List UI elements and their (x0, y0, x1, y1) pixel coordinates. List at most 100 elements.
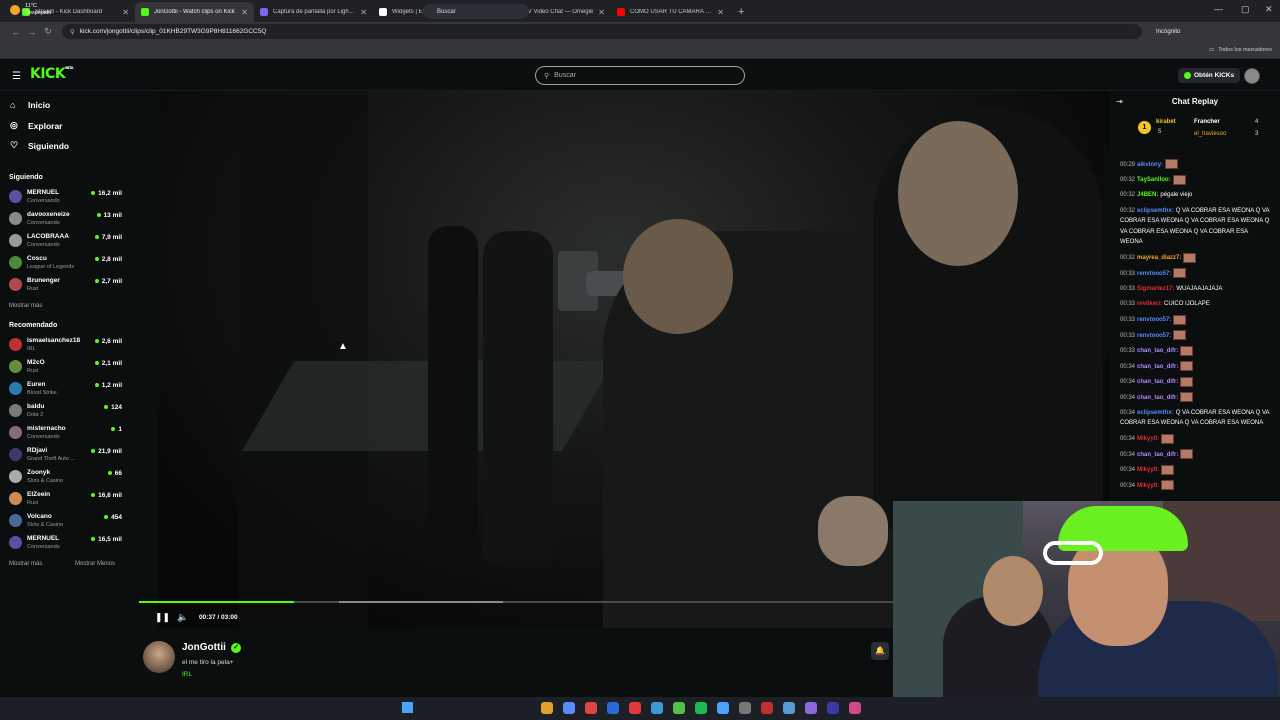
channel-row[interactable]: ElZeein Rust 16,6 mil (9, 489, 122, 509)
channel-avatar[interactable] (143, 641, 175, 673)
back-icon[interactable]: ← (8, 27, 24, 37)
close-tab-icon[interactable]: ✕ (360, 8, 367, 17)
chat-username[interactable]: renvtooo57: (1137, 317, 1171, 323)
channel-row[interactable]: Volcano Slots & Casino 454 (9, 511, 122, 531)
channel-row[interactable]: baldu Dota 2 124 (9, 401, 122, 421)
taskbar-app-icon[interactable] (673, 702, 685, 714)
channel-row-name: Euren (27, 381, 46, 388)
chat-username[interactable]: chan_tao_difr: (1137, 395, 1178, 401)
taskbar-app-icon[interactable] (827, 702, 839, 714)
nav-item[interactable]: ◎ Explorar (10, 120, 63, 131)
chat-message: 00:34 chan_tao_difr: (1120, 449, 1272, 460)
minimize-icon[interactable]: — (1214, 4, 1223, 14)
channel-row-name: M2cO (27, 359, 45, 366)
chat-username[interactable]: eclipsemthx: (1137, 208, 1174, 214)
chat-emote (1180, 376, 1194, 387)
channel-row[interactable]: misternacho Conversando 1 (9, 423, 122, 443)
taskbar-app-icon[interactable] (849, 702, 861, 714)
pause-icon[interactable]: ❚❚ (155, 612, 170, 623)
taskbar-app-icon[interactable] (761, 702, 773, 714)
weather-temp: 11°C (25, 3, 37, 9)
notification-bell-button[interactable]: 🔔 (871, 642, 889, 660)
taskbar-app-icon[interactable] (541, 702, 553, 714)
taskbar-app-icon[interactable] (739, 702, 751, 714)
volume-icon[interactable]: 🔈 (177, 612, 191, 623)
gifter-first-count: 5 (1158, 129, 1162, 135)
get-kicks-button[interactable]: Obtén KICKs (1178, 68, 1241, 83)
taskbar-app-icon[interactable] (607, 702, 619, 714)
chat-username[interactable]: TaySanlloo: (1137, 177, 1171, 183)
taskbar-app-icon[interactable] (651, 702, 663, 714)
chat-username[interactable]: Mikyy0: (1137, 467, 1159, 473)
channel-row[interactable]: MERNUEL Conversando 16,5 mil (9, 533, 122, 553)
close-tab-icon[interactable]: ✕ (717, 8, 724, 17)
kick-logo[interactable]: KICKBETA (30, 66, 74, 82)
browser-tab[interactable]: COMO USAR TU CAMARA DE ✕ (611, 2, 730, 22)
user-avatar[interactable] (1244, 68, 1260, 84)
taskbar-app-icon[interactable] (783, 702, 795, 714)
channel-row[interactable]: davooxeneize Conversando 13 mil (9, 209, 122, 229)
site-info-icon[interactable]: ⚲ (70, 28, 75, 36)
nav-item[interactable]: ♡ Siguiendo (10, 140, 69, 151)
browser-tab[interactable]: Captura de pantalla por Lightshot ✕ (254, 2, 373, 22)
close-tab-icon[interactable]: ✕ (598, 8, 605, 17)
browser-tab[interactable]: JonGottii - Watch clips on Kick ✕ (135, 2, 254, 22)
channel-row[interactable]: RDjavi Grand Theft Auto ... 21,9 mil (9, 445, 122, 465)
chat-username[interactable]: mayrea_diazz7: (1137, 255, 1181, 261)
search-input[interactable]: ⚲ Buscar (535, 66, 745, 85)
close-tab-icon[interactable]: ✕ (122, 8, 129, 17)
chat-username[interactable]: aikvinny: (1137, 162, 1163, 168)
progress-bar[interactable] (139, 601, 893, 603)
chat-username[interactable]: Mikyy0: (1137, 436, 1159, 442)
close-tab-icon[interactable]: ✕ (241, 8, 248, 17)
close-window-icon[interactable]: ✕ (1265, 4, 1273, 15)
taskbar-app-icon[interactable] (585, 702, 597, 714)
maximize-icon[interactable]: ▢ (1241, 4, 1250, 15)
channel-row[interactable]: Brunenger Rust 2,7 mil (9, 275, 122, 295)
show-more-recommended[interactable]: Mostrar más (9, 561, 42, 567)
channel-row[interactable]: Zoonyk Slots & Casino 66 (9, 467, 122, 487)
show-less-recommended[interactable]: Mostrar Menos (75, 561, 115, 567)
url-bar[interactable]: ⚲ kick.com/jongottii/clips/clip_01KHB29T… (62, 24, 1142, 39)
menu-icon[interactable]: ☰ (12, 71, 21, 82)
channel-name[interactable]: JonGottii (182, 642, 226, 653)
taskbar-search[interactable]: Buscar (423, 4, 529, 19)
channel-row[interactable]: ismaelsanchez18 IRL 2,6 mil (9, 335, 122, 355)
chat-emote (1173, 314, 1187, 325)
taskbar-app-icon[interactable] (563, 702, 575, 714)
chat-username[interactable]: J4BEN: (1137, 192, 1158, 198)
chat-timestamp: 00:34 (1120, 379, 1136, 386)
channel-row[interactable]: Coscu League of Legends 2,8 mil (9, 253, 122, 273)
forward-icon[interactable]: → (24, 27, 40, 37)
chat-username[interactable]: chan_tao_difr: (1137, 348, 1178, 354)
channel-row[interactable]: M2cO Rust 2,1 mil (9, 357, 122, 377)
chat-username[interactable]: Mikyy0: (1137, 483, 1159, 489)
taskbar-app-icon[interactable] (717, 702, 729, 714)
start-menu-icon[interactable] (402, 702, 413, 713)
reload-icon[interactable]: ↻ (40, 26, 56, 37)
channel-row[interactable]: Euren Blood Strike 1,2 mil (9, 379, 122, 399)
clip-category[interactable]: IRL (182, 671, 192, 678)
new-tab-button[interactable]: + (730, 2, 752, 22)
chat-username[interactable]: Sigmartez17: (1137, 286, 1174, 292)
taskbar-app-icon[interactable] (805, 702, 817, 714)
chat-username[interactable]: renvtooo57: (1137, 271, 1171, 277)
chat-username[interactable]: chan_tao_difr: (1137, 379, 1178, 385)
chat-username[interactable]: renvtooo57: (1137, 333, 1171, 339)
show-more-following[interactable]: Mostrar más (9, 303, 42, 309)
chat-username[interactable]: revilkeri: (1137, 301, 1162, 307)
nav-item[interactable]: ⌂ Inicio (10, 100, 50, 110)
channel-row-category: Slots & Casino (27, 522, 64, 528)
taskbar-app-icon[interactable] (629, 702, 641, 714)
channel-row[interactable]: LACOBRAAA Conversando 7,9 mil (9, 231, 122, 251)
chat-username[interactable]: chan_tao_difr: (1137, 452, 1178, 458)
home-icon: ⌂ (10, 100, 16, 110)
weather-widget[interactable]: 11°C Despejado (10, 3, 51, 17)
channel-row-viewers: 124 (104, 404, 122, 411)
taskbar-app-icon[interactable] (695, 702, 707, 714)
all-bookmarks[interactable]: Todos los marcadores (1218, 47, 1272, 53)
incognito-indicator[interactable]: Incógnito (1156, 29, 1180, 35)
channel-row[interactable]: MERNUEL Conversando 16,2 mil (9, 187, 122, 207)
chat-username[interactable]: eclipsemthx: (1137, 410, 1174, 416)
chat-username[interactable]: chan_tao_difr: (1137, 364, 1178, 370)
